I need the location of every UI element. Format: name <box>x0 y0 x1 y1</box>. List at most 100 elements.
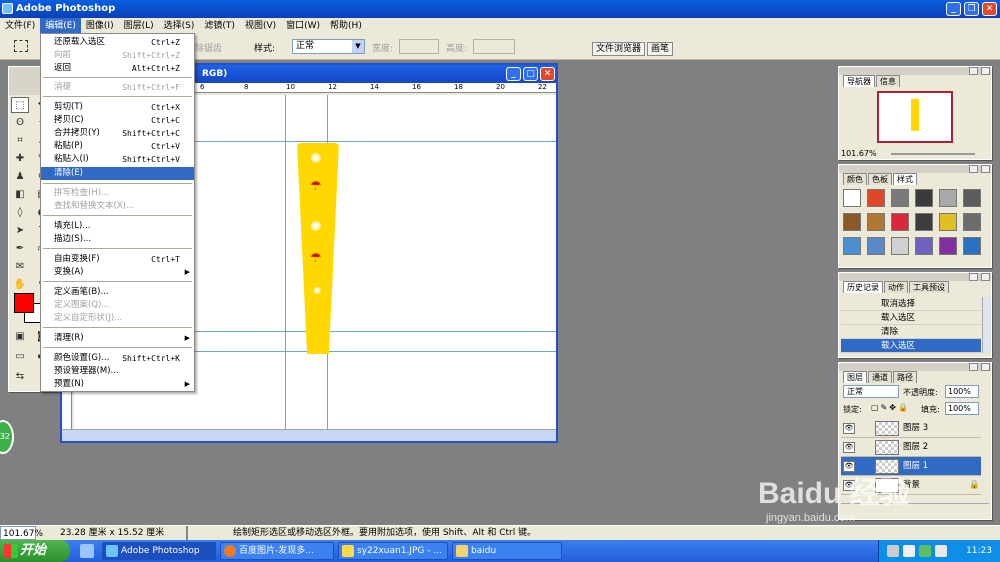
tab-info[interactable]: 信息 <box>876 75 900 87</box>
file-browser-tab[interactable]: 文件浏览器 <box>592 42 646 56</box>
menu-item-define-custom-shape[interactable]: 定义自定形状(J)... <box>41 312 194 325</box>
menu-item-fill[interactable]: 填充(L)... <box>41 220 194 233</box>
style-swatch[interactable] <box>891 237 909 255</box>
yellow-bookmark-shape[interactable]: ✺ ☂ ✺ ☂ ✺ <box>297 143 339 354</box>
menu-item-clear[interactable]: 清除(E) <box>41 167 194 180</box>
tab-styles[interactable]: 样式 <box>893 173 917 185</box>
crop-tool-icon[interactable]: ⌗ <box>11 133 29 149</box>
tab-paths[interactable]: 路径 <box>893 371 917 383</box>
menu-item-define-brush[interactable]: 定义画笔(B)... <box>41 286 194 299</box>
lasso-tool-icon[interactable]: ʘ <box>11 115 29 131</box>
panel-close-button[interactable] <box>981 67 990 75</box>
tray-icon[interactable] <box>903 545 915 557</box>
menu-item-undo-load-selection[interactable]: 还原载入选区 Ctrl+Z <box>41 36 194 49</box>
history-item[interactable]: 清除 <box>841 325 981 339</box>
panel-minimize-button[interactable] <box>969 273 978 281</box>
menu-item-cut[interactable]: 剪切(T) Ctrl+X <box>41 101 194 114</box>
healing-brush-icon[interactable]: ✚ <box>11 151 29 167</box>
doc-close-button[interactable]: ✕ <box>540 67 555 81</box>
path-select-icon[interactable]: ➤ <box>11 223 29 239</box>
foreground-color-swatch[interactable] <box>14 293 34 313</box>
navigator-zoom[interactable]: 101.67% <box>841 149 877 158</box>
menu-item-purge[interactable]: 清理(R) ▶ <box>41 332 194 345</box>
style-swatch[interactable] <box>939 237 957 255</box>
menu-item-preferences[interactable]: 预置(N) ▶ <box>41 378 194 391</box>
guide-vertical[interactable] <box>285 95 286 429</box>
start-button[interactable]: 开始 <box>0 540 70 562</box>
marquee-tool-icon[interactable] <box>14 40 28 52</box>
style-swatch[interactable] <box>867 213 885 231</box>
menu-item-fade[interactable]: 消褪 Shift+Ctrl+F <box>41 81 194 94</box>
width-input[interactable] <box>399 39 439 54</box>
style-swatch[interactable] <box>891 213 909 231</box>
lock-icons[interactable]: ▢✎✥🔒 <box>871 403 910 412</box>
history-item-current[interactable]: 载入选区 <box>841 339 981 353</box>
menu-file[interactable]: 文件(F) <box>0 18 40 34</box>
history-scrollbar[interactable] <box>982 297 991 353</box>
panel-minimize-button[interactable] <box>969 363 978 371</box>
standard-mode-icon[interactable]: ▣ <box>11 329 29 345</box>
style-swatch[interactable] <box>915 237 933 255</box>
style-swatch[interactable] <box>963 213 981 231</box>
taskbar-photoshop[interactable]: Adobe Photoshop <box>102 542 216 560</box>
close-button[interactable]: ✕ <box>982 2 997 16</box>
menu-item-define-pattern[interactable]: 定义图案(Q)... <box>41 299 194 312</box>
tab-history[interactable]: 历史记录 <box>843 281 883 293</box>
style-swatch[interactable] <box>915 189 933 207</box>
history-item[interactable]: 载入选区 <box>841 311 981 325</box>
notes-tool-icon[interactable]: ✉ <box>11 259 29 275</box>
tab-swatches[interactable]: 色板 <box>868 173 892 185</box>
layer-row[interactable]: 👁 图层 2 <box>841 438 981 457</box>
tab-channels[interactable]: 通道 <box>868 371 892 383</box>
menu-select[interactable]: 选择(S) <box>159 18 200 34</box>
panel-minimize-button[interactable] <box>969 67 978 75</box>
panel-close-button[interactable] <box>981 165 990 173</box>
navigator-zoom-slider[interactable] <box>891 153 975 155</box>
height-input[interactable] <box>473 39 515 54</box>
tray-icon[interactable] <box>919 545 931 557</box>
jump-to-imageready-icon[interactable]: ⇆ <box>11 369 29 385</box>
doc-minimize-button[interactable]: _ <box>506 67 521 81</box>
style-swatch[interactable] <box>891 189 909 207</box>
volume-icon[interactable] <box>935 545 947 557</box>
menu-item-step-forward[interactable]: 向前 Shift+Ctrl+Z <box>41 49 194 62</box>
style-swatch[interactable] <box>843 213 861 231</box>
tab-navigator[interactable]: 导航器 <box>843 75 875 87</box>
menu-item-find-replace[interactable]: 查找和替换文本(X)... <box>41 200 194 213</box>
panel-minimize-button[interactable] <box>969 165 978 173</box>
brushes-tab[interactable]: 画笔 <box>647 42 674 56</box>
menu-filter[interactable]: 滤镜(T) <box>199 18 240 34</box>
hand-tool-icon[interactable]: ✋ <box>11 277 29 293</box>
opacity-input[interactable]: 100% <box>945 385 979 398</box>
clock[interactable]: 11:23 <box>966 546 992 556</box>
screen-mode-standard-icon[interactable]: ▭ <box>11 349 29 365</box>
status-doc-size[interactable]: 23.28 厘米 x 15.52 厘米 <box>60 526 164 540</box>
show-desktop-icon[interactable] <box>80 544 94 558</box>
style-swatch[interactable] <box>963 189 981 207</box>
style-swatch[interactable] <box>843 189 861 207</box>
menu-item-copy-merged[interactable]: 合并拷贝(Y) Shift+Ctrl+C <box>41 127 194 140</box>
tab-tool-presets[interactable]: 工具预设 <box>909 281 949 293</box>
menu-item-transform[interactable]: 变换(A) ▶ <box>41 266 194 279</box>
style-swatch[interactable] <box>963 237 981 255</box>
style-swatch[interactable] <box>939 213 957 231</box>
menu-item-stroke[interactable]: 描边(S)... <box>41 233 194 246</box>
navigator-preview[interactable] <box>877 91 953 143</box>
maximize-button[interactable]: ❐ <box>964 2 979 16</box>
panel-close-button[interactable] <box>981 363 990 371</box>
tab-color[interactable]: 颜色 <box>843 173 867 185</box>
panel-close-button[interactable] <box>981 273 990 281</box>
menu-item-color-settings[interactable]: 颜色设置(G)... Shift+Ctrl+K <box>41 352 194 365</box>
minimize-button[interactable]: _ <box>946 2 961 16</box>
menu-edit[interactable]: 编辑(E) <box>40 18 81 34</box>
status-zoom[interactable]: 101.67% <box>0 526 43 540</box>
menu-item-free-transform[interactable]: 自由变换(F) Ctrl+T <box>41 253 194 266</box>
taskbar-browser[interactable]: 百度图片-发现多... <box>220 542 334 560</box>
pen-tool-icon[interactable]: ✒ <box>11 241 29 257</box>
style-swatch[interactable] <box>939 189 957 207</box>
eraser-tool-icon[interactable]: ◧ <box>11 187 29 203</box>
tab-actions[interactable]: 动作 <box>884 281 908 293</box>
menu-window[interactable]: 窗口(W) <box>281 18 325 34</box>
horizontal-scrollbar[interactable] <box>62 429 556 441</box>
layer-row[interactable]: 👁 图层 3 <box>841 419 981 438</box>
